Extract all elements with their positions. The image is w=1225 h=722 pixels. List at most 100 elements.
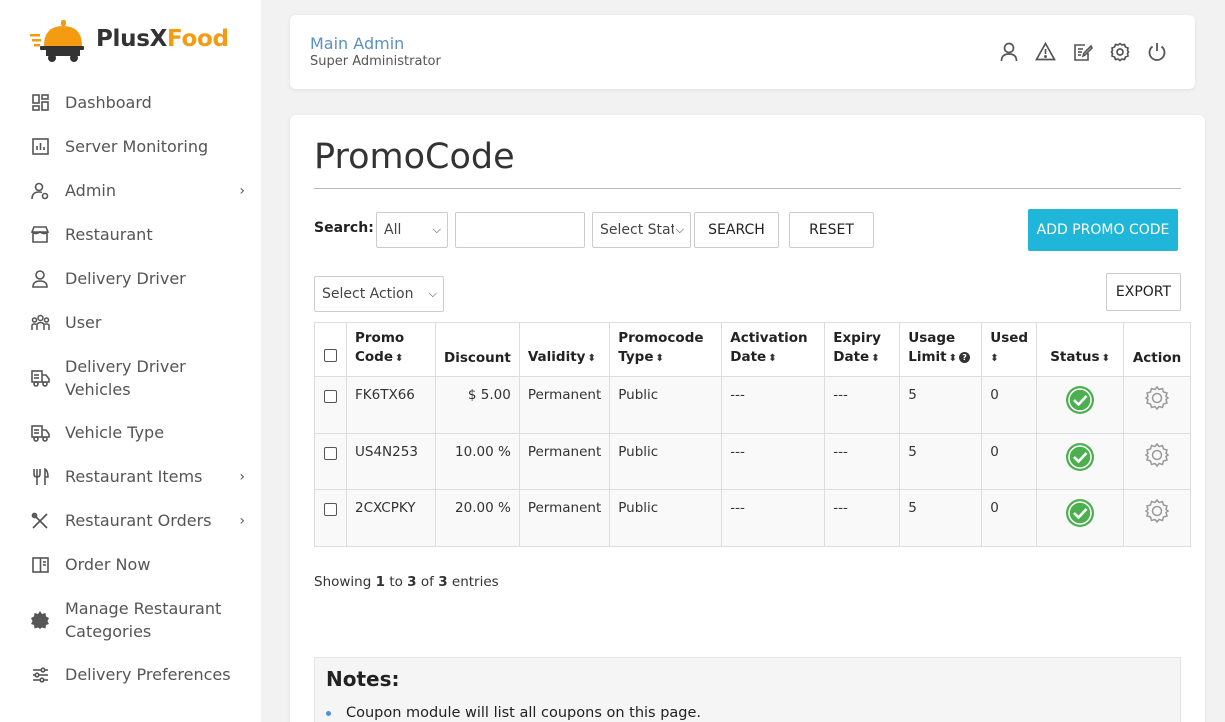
add-promo-code-button[interactable]: ADD PROMO CODE [1028, 209, 1178, 251]
chevron-right-icon: › [239, 512, 245, 529]
sidebar-item-vehicle-type[interactable]: Vehicle Type [30, 421, 245, 444]
store-icon [30, 225, 50, 245]
header-activation-date[interactable]: Activation Date ⬍ [721, 322, 826, 377]
sidebar-item-dashboard[interactable]: Dashboard [30, 91, 245, 114]
bar-chart-icon [30, 137, 50, 157]
sidebar-item-manage-restaurant-categories[interactable]: Manage Restaurant Categories [30, 597, 245, 643]
badge-icon [30, 610, 50, 630]
sidebar-item-label: Restaurant Items [65, 467, 203, 486]
sliders-icon [30, 665, 50, 685]
sidebar-item-delivery-preferences[interactable]: Delivery Preferences [30, 663, 245, 686]
help-icon[interactable]: ? [959, 351, 971, 363]
cell-promo-code: 2CXCPKY [346, 489, 436, 547]
driver-icon [30, 269, 50, 289]
sidebar-item-label: Restaurant [65, 225, 153, 244]
header-actions [998, 41, 1167, 62]
cell-validity: Permanent [518, 489, 611, 547]
cell-validity: Permanent [518, 432, 611, 490]
truck-icon [30, 368, 50, 388]
edit-icon[interactable] [1072, 41, 1093, 62]
row-checkbox[interactable] [324, 446, 337, 460]
cell-status [1036, 489, 1125, 547]
settings-gear-icon[interactable] [1144, 442, 1170, 472]
sidebar-item-label: Dashboard [65, 93, 152, 112]
header-promo-code[interactable]: Promo Code ⬍ [346, 322, 436, 377]
header-validity[interactable]: Validity ⬍ [518, 322, 611, 377]
sort-icon: ⬍ [990, 353, 999, 364]
row-select-cell [314, 489, 347, 547]
sort-icon: ⬍ [587, 353, 596, 364]
cell-usage-limit: 5 [899, 489, 983, 547]
status-active-icon[interactable] [1065, 386, 1095, 419]
settings-gear-icon[interactable] [1144, 385, 1170, 415]
cell-status [1036, 432, 1125, 490]
sidebar-item-server-monitoring[interactable]: Server Monitoring [30, 135, 245, 158]
notes-panel: Notes: Coupon module will list all coupo… [314, 657, 1181, 722]
sidebar-item-label: Order Now [65, 555, 151, 574]
promo-code-card: PromoCode Search: All ⌵ Select Stat ⌵ SE… [290, 115, 1205, 722]
settings-icon[interactable] [1109, 41, 1130, 62]
header-status[interactable]: Status ⬍ [1036, 322, 1125, 377]
export-button[interactable]: EXPORT [1106, 273, 1181, 311]
search-filter-select[interactable]: All ⌵ [376, 212, 448, 248]
table-header-row: Promo Code ⬍ Discount Validity ⬍ Promocode T… [314, 322, 1192, 377]
sidebar-item-restaurant[interactable]: Restaurant [30, 223, 245, 246]
cell-promo-code: US4N253 [346, 432, 436, 490]
users-icon [30, 313, 50, 333]
cell-expiry-date: --- [824, 489, 901, 547]
sidebar-item-delivery-driver-vehicles[interactable]: Delivery Driver Vehicles [30, 355, 245, 401]
settings-gear-icon[interactable] [1144, 498, 1170, 528]
cell-activation-date: --- [721, 489, 826, 547]
dashboard-icon [30, 93, 50, 113]
reset-button[interactable]: RESET [789, 212, 874, 248]
search-input[interactable] [455, 212, 585, 248]
profile-icon[interactable] [998, 41, 1019, 62]
cell-usage-limit: 5 [899, 432, 983, 490]
cell-discount: 20.00 % [435, 489, 520, 547]
row-checkbox[interactable] [324, 390, 337, 403]
header-expiry-date[interactable]: Expiry Date ⬍ [824, 322, 901, 377]
promo-code-table: Promo Code ⬍ Discount Validity ⬍ Promocode T… [314, 322, 1192, 547]
cell-promo-code: FK6TX66 [346, 376, 436, 434]
sidebar-item-restaurant-orders[interactable]: Restaurant Orders › [30, 509, 245, 532]
status-active-icon[interactable] [1065, 499, 1095, 532]
search-label: Search: [314, 220, 374, 236]
status-active-icon[interactable] [1065, 442, 1095, 476]
header-used[interactable]: Used ⬍ [981, 322, 1038, 377]
header-promocode-type[interactable]: Promocode Type ⬍ [609, 322, 723, 377]
bulk-action-select[interactable]: Select Action ⌵ [314, 276, 444, 312]
cell-type: Public [609, 489, 723, 547]
row-checkbox[interactable] [324, 503, 337, 516]
sidebar-item-label: Restaurant Orders [65, 511, 212, 530]
sidebar-item-admin[interactable]: Admin › [30, 179, 245, 202]
sidebar-item-delivery-driver[interactable]: Delivery Driver [30, 267, 245, 290]
sort-icon: ⬍ [948, 353, 958, 364]
chevron-down-icon: ⌵ [428, 287, 437, 300]
alert-icon[interactable] [1035, 41, 1056, 62]
cell-discount: 10.00 % [435, 432, 520, 490]
sidebar-item-label: Vehicle Type [65, 423, 165, 442]
cell-activation-date: --- [721, 432, 826, 490]
cell-discount: $ 5.00 [435, 376, 520, 434]
brand-logo[interactable]: PlusXFood [30, 16, 229, 62]
power-icon[interactable] [1146, 41, 1167, 62]
cell-action [1123, 376, 1192, 434]
header-usage-limit[interactable]: Usage Limit ⬍? [899, 322, 983, 377]
header-action: Action [1123, 322, 1192, 377]
sidebar-item-user[interactable]: User [30, 311, 245, 334]
sort-icon: ⬍ [395, 353, 404, 364]
search-button[interactable]: SEARCH [694, 212, 779, 248]
status-select-value: Select Stat [600, 222, 677, 238]
sidebar-item-restaurant-items[interactable]: Restaurant Items › [30, 465, 245, 488]
status-select[interactable]: Select Stat ⌵ [592, 212, 691, 248]
table-info: Showing 1 to 3 of 3 entries [314, 574, 499, 590]
cell-expiry-date: --- [824, 432, 901, 490]
sidebar-item-order-now[interactable]: Order Now [30, 553, 245, 576]
page-title: PromoCode [314, 137, 515, 177]
sidebar-item-label: Server Monitoring [65, 137, 209, 156]
chevron-right-icon: › [239, 182, 245, 199]
cell-validity: Permanent [518, 376, 611, 434]
cell-used: 0 [981, 376, 1038, 434]
select-all-checkbox[interactable] [324, 349, 337, 362]
notes-item-text: Coupon module will list all coupons on t… [346, 705, 702, 721]
